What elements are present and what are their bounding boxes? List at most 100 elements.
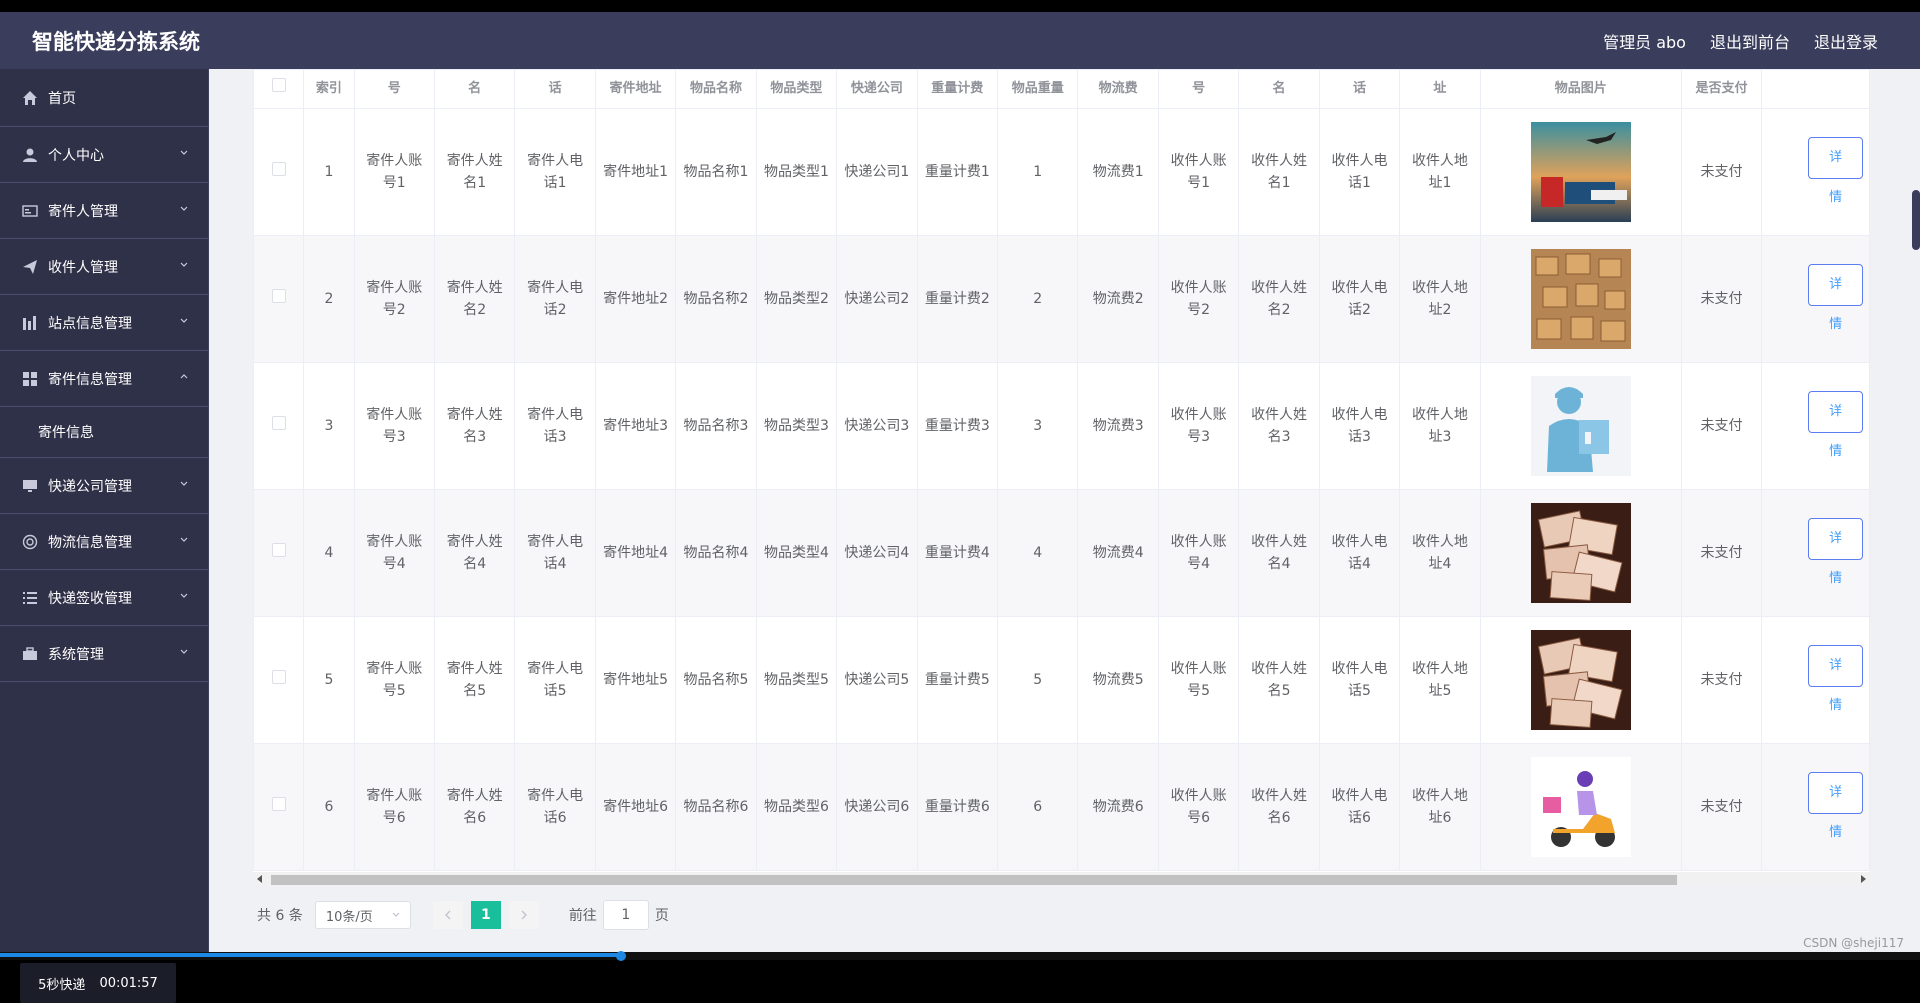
- to-front-link[interactable]: 退出到前台: [1710, 29, 1790, 53]
- scroll-right-icon[interactable]: [1861, 875, 1866, 883]
- video-progress-bar[interactable]: [0, 951, 1920, 961]
- page-size-select[interactable]: 10条/页: [314, 901, 411, 929]
- goto-page-input[interactable]: 1: [602, 900, 649, 930]
- table-cell-racc: 收件人账号1: [1157, 108, 1240, 236]
- table-cell-weight: 6: [997, 743, 1079, 871]
- sidebar-item-label: 首页: [48, 90, 76, 107]
- table-cell-fee: 重量计费3: [916, 362, 999, 490]
- header-checkbox-cell[interactable]: [253, 69, 305, 109]
- sidebar-item-station[interactable]: 站点信息管理: [0, 295, 208, 351]
- column-header: 话: [1318, 69, 1401, 109]
- table-cell-rtel: 收件人电话5: [1318, 616, 1401, 744]
- table-row[interactable]: 2 寄件人账号2 寄件人姓名2 寄件人电话2 寄件地址2 物品名称2 物品类型2 快递公司2 重…: [253, 235, 1870, 363]
- sidebar-item-signoff[interactable]: 快递签收管理: [0, 570, 208, 626]
- next-page-button[interactable]: [508, 901, 539, 929]
- detail-button[interactable]: 详情: [1808, 771, 1863, 840]
- data-table-container[interactable]: 索引 号 名 话 寄件地址 物品名称 物品类型 快递公司 重量计费 物品重量 物…: [253, 69, 1870, 877]
- row-checkbox-cell[interactable]: [253, 616, 305, 744]
- table-cell-rname: 收件人姓名2: [1238, 235, 1320, 363]
- sidebar-item-label: 寄件人管理: [48, 203, 118, 220]
- table-cell-tel: 寄件人电话3: [514, 362, 596, 490]
- table-cell-rname: 收件人姓名4: [1238, 489, 1320, 617]
- vertical-scrollbar[interactable]: [1912, 190, 1920, 250]
- detail-button[interactable]: 详情: [1808, 263, 1863, 332]
- user-label: 管理员 abo: [1603, 33, 1686, 52]
- column-header: 快递公司: [836, 69, 918, 109]
- table-cell-idx: 2: [303, 235, 355, 363]
- chevron-down-icon: [180, 593, 188, 598]
- chevron-down-icon: [180, 206, 188, 211]
- goto-suffix: 页: [654, 908, 669, 924]
- select-all-checkbox[interactable]: [271, 78, 286, 92]
- table-cell-logi: 物流费4: [1077, 489, 1159, 617]
- table-cell-rtel: 收件人电话3: [1318, 362, 1401, 490]
- table-cell-co: 快递公司1: [836, 108, 918, 236]
- table-cell-raddr: 收件人地址6: [1399, 743, 1481, 871]
- table-cell-item: 物品名称2: [675, 235, 757, 363]
- row-checkbox[interactable]: [271, 162, 286, 176]
- detail-button[interactable]: 详情: [1808, 517, 1863, 586]
- sidebar-item-system[interactable]: 系统管理: [0, 626, 208, 682]
- prev-page-button[interactable]: [432, 901, 463, 929]
- scrollbar-thumb[interactable]: [271, 875, 1677, 885]
- actions-cell: 详情: [1761, 743, 1870, 871]
- sidebar-item-company[interactable]: 快递公司管理: [0, 458, 208, 514]
- data-table: 索引 号 名 话 寄件地址 物品名称 物品类型 快递公司 重量计费 物品重量 物…: [253, 69, 1870, 871]
- table-cell-acc: 寄件人账号6: [353, 743, 435, 871]
- row-checkbox-cell[interactable]: [253, 108, 305, 236]
- horizontal-scrollbar[interactable]: [253, 872, 1870, 886]
- item-image-cell: [1479, 362, 1682, 490]
- table-cell-rname: 收件人姓名5: [1238, 616, 1320, 744]
- page-size-value: 10条/页: [325, 909, 373, 925]
- sidebar-item-personal[interactable]: 个人中心: [0, 127, 208, 183]
- table-cell-co: 快递公司6: [836, 743, 918, 871]
- detail-button[interactable]: 详情: [1808, 644, 1863, 713]
- pagination-total: 共 6 条: [257, 908, 303, 924]
- table-cell-paid: 未支付: [1680, 362, 1763, 490]
- sidebar-item-logistics[interactable]: 物流信息管理: [0, 514, 208, 570]
- row-checkbox-cell[interactable]: [253, 235, 305, 363]
- chevron-down-icon: [180, 649, 188, 654]
- page-number-current[interactable]: 1: [470, 901, 501, 929]
- user-icon: [23, 148, 37, 162]
- table-cell-paid: 未支付: [1680, 616, 1763, 744]
- sidebar-subitem-shipment-info[interactable]: 寄件信息: [0, 407, 208, 458]
- sidebar-item-sender[interactable]: 寄件人管理: [0, 183, 208, 239]
- column-header: 物流费: [1077, 69, 1159, 109]
- table-cell-weight: 2: [997, 235, 1079, 363]
- table-cell-logi: 物流费1: [1077, 108, 1159, 236]
- row-checkbox[interactable]: [271, 416, 286, 430]
- table-row[interactable]: 5 寄件人账号5 寄件人姓名5 寄件人电话5 寄件地址5 物品名称5 物品类型5 快递公司5 重…: [253, 616, 1870, 744]
- row-checkbox[interactable]: [271, 670, 286, 684]
- sidebar-item-label: 寄件信息管理: [48, 371, 132, 388]
- table-cell-logi: 物流费3: [1077, 362, 1159, 490]
- table-cell-raddr: 收件人地址1: [1399, 108, 1481, 236]
- table-row[interactable]: 3 寄件人账号3 寄件人姓名3 寄件人电话3 寄件地址3 物品名称3 物品类型3 快递公司3 重…: [253, 362, 1870, 490]
- column-header: 物品类型: [755, 69, 838, 109]
- plane-truck-ship-image: [1487, 122, 1675, 222]
- row-checkbox[interactable]: [271, 543, 286, 557]
- sidebar-item-home[interactable]: 首页: [0, 69, 208, 127]
- home-icon: [23, 90, 37, 105]
- detail-button[interactable]: 详情: [1808, 136, 1863, 205]
- header-actions: 管理员 abo 退出到前台 退出登录: [1603, 29, 1878, 53]
- table-row[interactable]: 4 寄件人账号4 寄件人姓名4 寄件人电话4 寄件地址4 物品名称4 物品类型4 快递公司4 重…: [253, 489, 1870, 617]
- row-checkbox-cell[interactable]: [253, 743, 305, 871]
- table-cell-rtel: 收件人电话1: [1318, 108, 1401, 236]
- row-checkbox[interactable]: [271, 289, 286, 303]
- sidebar-item-label: 系统管理: [48, 646, 104, 663]
- detail-button[interactable]: 详情: [1808, 390, 1863, 459]
- chevron-down-icon: [180, 150, 188, 155]
- row-checkbox[interactable]: [271, 797, 286, 811]
- briefcase-icon: [23, 646, 37, 660]
- logout-link[interactable]: 退出登录: [1814, 29, 1878, 53]
- scroll-left-icon[interactable]: [257, 875, 262, 883]
- table-row[interactable]: 6 寄件人账号6 寄件人姓名6 寄件人电话6 寄件地址6 物品名称6 物品类型6 快递公司6 重…: [253, 743, 1870, 871]
- main-content: 索引 号 名 话 寄件地址 物品名称 物品类型 快递公司 重量计费 物品重量 物…: [209, 69, 1920, 952]
- table-row[interactable]: 1 寄件人账号1 寄件人姓名1 寄件人电话1 寄件地址1 物品名称1 物品类型1 快递公司1 重…: [253, 108, 1870, 236]
- sidebar-item-receiver[interactable]: 收件人管理: [0, 239, 208, 295]
- sidebar-item-shipment[interactable]: 寄件信息管理: [0, 351, 208, 407]
- table-cell-raddr: 收件人地址4: [1399, 489, 1481, 617]
- row-checkbox-cell[interactable]: [253, 489, 305, 617]
- row-checkbox-cell[interactable]: [253, 362, 305, 490]
